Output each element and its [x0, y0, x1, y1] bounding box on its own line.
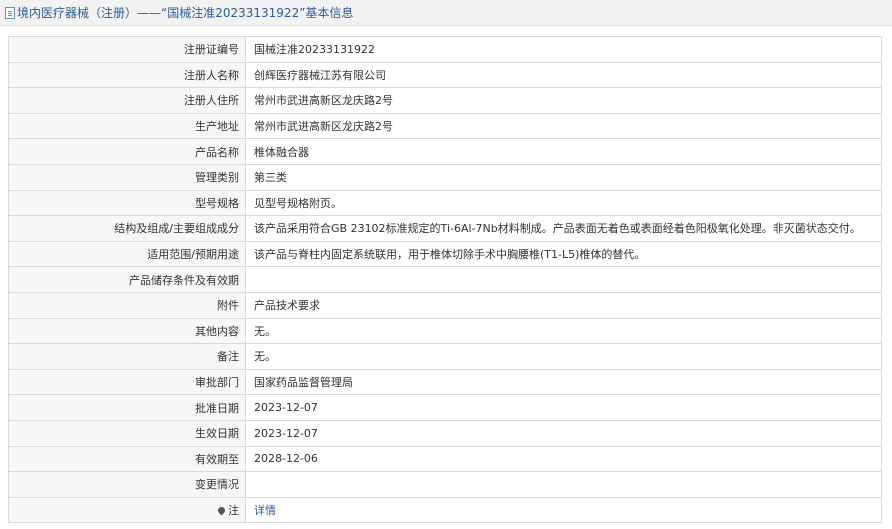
table-row: 生产地址 常州市武进高新区龙庆路2号 [8, 112, 882, 140]
info-table-container: 注册证编号 国械注准20233131922 注册人名称 创辉医疗器械江苏有限公司… [8, 36, 882, 524]
table-row: 适用范围/预期用途 该产品与脊柱内固定系统联用，用于椎体切除手术中胸腰椎(T1-… [8, 240, 882, 268]
row-value: 产品技术要求 [245, 291, 882, 319]
row-value: 无。 [245, 343, 882, 370]
table-row: 有效期至 2028-12-06 [8, 445, 882, 473]
table-row: 变更情况 [8, 471, 882, 498]
row-value: 国家药品监督管理局 [245, 368, 882, 396]
row-value: 该产品与脊柱内固定系统联用，用于椎体切除手术中胸腰椎(T1-L5)椎体的替代。 [245, 240, 882, 268]
row-label: 变更情况 [8, 471, 246, 498]
note-label-cell: 注 [8, 496, 246, 524]
row-label: 生效日期 [8, 419, 246, 447]
row-label: 其他内容 [8, 317, 246, 345]
info-table: 注册证编号 国械注准20233131922 注册人名称 创辉医疗器械江苏有限公司… [8, 36, 882, 524]
table-row: 产品名称 椎体融合器 [8, 138, 882, 165]
row-value: 无。 [245, 317, 882, 345]
row-label: 备注 [8, 343, 246, 370]
details-link[interactable]: 详情 [254, 504, 276, 517]
row-label: 审批部门 [8, 368, 246, 396]
row-value: 见型号规格附页。 [245, 189, 882, 217]
row-label: 注册人名称 [8, 61, 246, 89]
row-value: 2023-12-07 [245, 394, 882, 421]
table-row: 管理类别 第三类 [8, 163, 882, 191]
row-label: 注册证编号 [8, 36, 246, 63]
row-value: 2023-12-07 [245, 419, 882, 447]
table-row: 生效日期 2023-12-07 [8, 419, 882, 447]
table-row: 注册人住所 常州市武进高新区龙庆路2号 [8, 87, 882, 114]
table-row: 批准日期 2023-12-07 [8, 394, 882, 421]
note-row: 注 详情 [8, 496, 882, 524]
map-pin-icon [216, 505, 227, 516]
table-row: 备注 无。 [8, 343, 882, 370]
row-label: 适用范围/预期用途 [8, 240, 246, 268]
row-label: 附件 [8, 291, 246, 319]
table-row: 型号规格 见型号规格附页。 [8, 189, 882, 217]
table-row: 结构及组成/主要组成成分 该产品采用符合GB 23102标准规定的Ti-6Al-… [8, 215, 882, 242]
table-row: 注册人名称 创辉医疗器械江苏有限公司 [8, 61, 882, 89]
row-value: 创辉医疗器械江苏有限公司 [245, 61, 882, 89]
table-row: 注册证编号 国械注准20233131922 [8, 36, 882, 63]
table-row: 其他内容 无。 [8, 317, 882, 345]
page-header: 境内医疗器械（注册）——“国械注准20233131922”基本信息 [0, 0, 892, 26]
row-label: 产品名称 [8, 138, 246, 165]
row-label: 生产地址 [8, 112, 246, 140]
row-value: 常州市武进高新区龙庆路2号 [245, 87, 882, 114]
row-value: 第三类 [245, 163, 882, 191]
row-value: 该产品采用符合GB 23102标准规定的Ti-6Al-7Nb材料制成。产品表面无… [245, 215, 882, 242]
table-row: 附件 产品技术要求 [8, 291, 882, 319]
note-label: 注 [228, 503, 239, 517]
table-row: 产品储存条件及有效期 [8, 266, 882, 293]
row-value: 常州市武进高新区龙庆路2号 [245, 112, 882, 140]
row-value: 椎体融合器 [245, 138, 882, 165]
row-label: 产品储存条件及有效期 [8, 266, 246, 293]
page-title: 境内医疗器械（注册）——“国械注准20233131922”基本信息 [17, 6, 354, 20]
row-label: 管理类别 [8, 163, 246, 191]
row-label: 型号规格 [8, 189, 246, 217]
row-value [245, 471, 882, 498]
table-row: 审批部门 国家药品监督管理局 [8, 368, 882, 396]
page: 境内医疗器械（注册）——“国械注准20233131922”基本信息 注册证编号 … [0, 0, 892, 529]
row-label: 注册人住所 [8, 87, 246, 114]
document-icon [5, 7, 15, 19]
row-label: 有效期至 [8, 445, 246, 473]
note-value-cell: 详情 [245, 496, 882, 524]
row-label: 结构及组成/主要组成成分 [8, 215, 246, 242]
row-value: 2028-12-06 [245, 445, 882, 473]
row-label: 批准日期 [8, 394, 246, 421]
row-value: 国械注准20233131922 [245, 36, 882, 63]
row-value [245, 266, 882, 293]
